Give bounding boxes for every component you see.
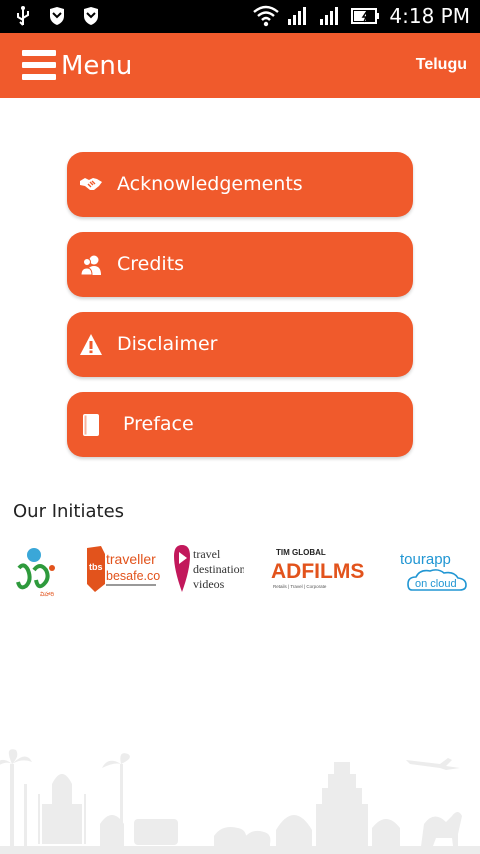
credits-label: Credits bbox=[117, 253, 185, 275]
adfilms-text: ADFILMS bbox=[271, 560, 364, 583]
disclaimer-label: Disclaimer bbox=[117, 333, 218, 355]
besafe-text: besafe.com bbox=[106, 569, 161, 583]
signal-icon bbox=[288, 7, 307, 25]
language-toggle[interactable]: Telugu bbox=[416, 56, 467, 74]
travel-destination-videos-logo[interactable]: travel destination videos bbox=[172, 540, 244, 600]
preface-button[interactable]: Preface bbox=[67, 392, 413, 457]
tourapp-on-cloud-logo[interactable]: tourapp on cloud bbox=[398, 540, 472, 600]
vihari-logo[interactable]: విహారి bbox=[14, 540, 64, 600]
travel-text: travel bbox=[193, 547, 221, 561]
signal-icon-2 bbox=[320, 7, 339, 25]
hamburger-menu-icon[interactable] bbox=[22, 50, 56, 80]
wifi-icon bbox=[253, 5, 280, 27]
status-time: 4:18 PM bbox=[389, 4, 470, 28]
shield-icon-2 bbox=[84, 7, 98, 25]
tim-global-adfilms-logo[interactable]: TIM GLOBAL ADFILMS Retails | Travel | Co… bbox=[268, 540, 368, 600]
tim-global-text: TIM GLOBAL bbox=[276, 548, 326, 557]
adfilms-tagline: Retails | Travel | Corporate bbox=[273, 584, 327, 589]
app-bar: Menu Telugu bbox=[0, 33, 480, 98]
tbs-badge: tbs bbox=[89, 562, 103, 572]
initiates-heading: Our Initiates bbox=[13, 501, 125, 522]
traveller-text: traveller bbox=[106, 551, 156, 567]
shield-icon bbox=[50, 7, 64, 25]
users-icon bbox=[80, 255, 101, 276]
videos-text: videos bbox=[193, 577, 225, 591]
book-icon bbox=[83, 414, 99, 436]
on-cloud-text: on cloud bbox=[415, 578, 457, 590]
credits-button[interactable]: Credits bbox=[67, 232, 413, 297]
tourapp-text: tourapp bbox=[400, 551, 451, 568]
disclaimer-button[interactable]: Disclaimer bbox=[67, 312, 413, 377]
acknowledgements-label: Acknowledgements bbox=[117, 173, 303, 195]
decorative-skyline bbox=[0, 749, 480, 854]
vihari-sub: విహారి bbox=[40, 591, 54, 598]
warning-icon bbox=[80, 334, 102, 355]
usb-icon bbox=[17, 6, 29, 26]
preface-label: Preface bbox=[123, 413, 194, 435]
handshake-icon bbox=[80, 178, 102, 190]
status-bar: 4:18 PM bbox=[0, 0, 480, 33]
battery-icon bbox=[351, 8, 380, 24]
menu-title[interactable]: Menu bbox=[61, 51, 132, 81]
destination-text: destination bbox=[193, 562, 244, 576]
initiates-logos: విహారి tbs traveller besafe.com travel d… bbox=[0, 540, 480, 600]
acknowledgements-button[interactable]: Acknowledgements bbox=[67, 152, 413, 217]
traveller-besafe-logo[interactable]: tbs traveller besafe.com bbox=[85, 540, 161, 600]
